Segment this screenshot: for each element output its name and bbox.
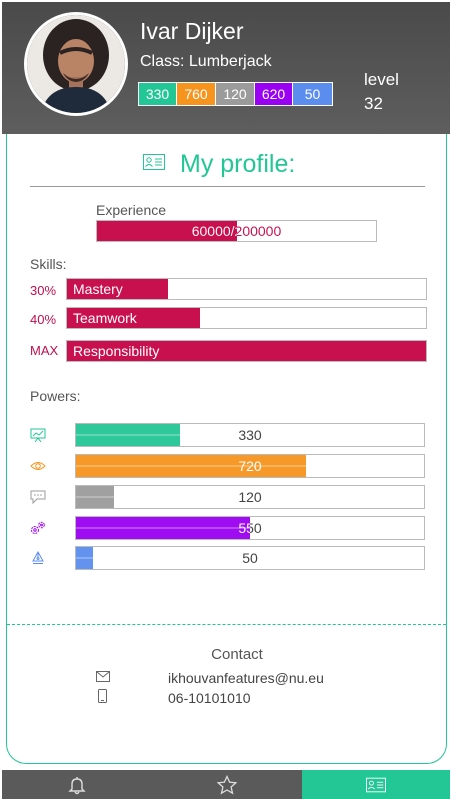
stat-badges: 330 760 120 620 50 xyxy=(138,82,333,106)
skill-bar-teamwork: Teamwork xyxy=(66,307,427,329)
powers-label: Powers: xyxy=(30,388,81,404)
power-bar: 120 xyxy=(75,485,425,509)
pen-icon xyxy=(32,551,44,564)
power-bar: 550 xyxy=(75,516,425,540)
nav-notifications[interactable] xyxy=(2,770,152,799)
gears-icon xyxy=(31,521,45,534)
experience-bar: 60000/200000 xyxy=(96,220,377,242)
contact-email[interactable]: ikhouvanfeatures@nu.eu xyxy=(168,670,324,686)
power-value: 550 xyxy=(238,520,262,536)
skills-label: Skills: xyxy=(30,256,67,272)
power-bar: 50 xyxy=(75,546,425,570)
phone-icon xyxy=(98,689,107,703)
id-card-icon xyxy=(366,777,386,792)
page-title-row: My profile: xyxy=(0,150,452,180)
profile-header: Ivar Dijker Class: Lumberjack 330 760 12… xyxy=(2,2,450,134)
skill-pct: 30% xyxy=(30,283,57,298)
power-value: 330 xyxy=(238,427,262,443)
contact-phone[interactable]: 06-10101010 xyxy=(168,690,251,706)
experience-label: Experience xyxy=(96,202,167,218)
stat-badge: 620 xyxy=(255,83,293,105)
power-value: 720 xyxy=(238,458,262,474)
avatar xyxy=(24,12,128,116)
bottom-nav xyxy=(2,770,450,799)
presentation-icon xyxy=(30,428,46,442)
id-card-icon xyxy=(143,154,165,170)
stat-badge: 330 xyxy=(139,83,177,105)
skill-name: Mastery xyxy=(73,281,123,297)
power-bar: 330 xyxy=(75,423,425,447)
power-bar: 720 xyxy=(75,454,425,478)
level-value: 32 xyxy=(364,94,383,113)
star-icon xyxy=(217,774,237,795)
skill-name: Teamwork xyxy=(73,310,137,326)
title-divider xyxy=(30,186,425,187)
chat-icon xyxy=(30,490,46,504)
nav-profile[interactable] xyxy=(302,770,450,799)
skill-pct: MAX xyxy=(30,343,59,358)
mail-icon xyxy=(96,671,110,682)
power-value: 50 xyxy=(242,550,258,566)
page-title: My profile: xyxy=(180,150,296,178)
skill-bar-responsibility: Responsibility xyxy=(66,340,427,362)
level-indicator: level 32 xyxy=(364,68,399,116)
power-value: 120 xyxy=(238,489,262,505)
avatar-photo xyxy=(27,15,125,113)
skill-bar-mastery: Mastery xyxy=(66,278,427,300)
bell-icon xyxy=(68,776,86,794)
skill-name: Responsibility xyxy=(73,343,160,359)
level-label: level xyxy=(364,70,399,89)
stat-badge: 120 xyxy=(216,83,255,105)
profile-class: Class: Lumberjack xyxy=(140,53,272,70)
nav-favorites[interactable] xyxy=(152,770,302,799)
profile-name: Ivar Dijker xyxy=(140,18,244,44)
stat-badge: 760 xyxy=(177,83,216,105)
contact-divider xyxy=(7,624,446,625)
stat-badge: 50 xyxy=(293,83,332,105)
skill-pct: 40% xyxy=(30,312,57,327)
eye-icon xyxy=(30,462,46,470)
experience-text: 60000/200000 xyxy=(191,223,282,239)
contact-title: Contact xyxy=(211,646,263,663)
